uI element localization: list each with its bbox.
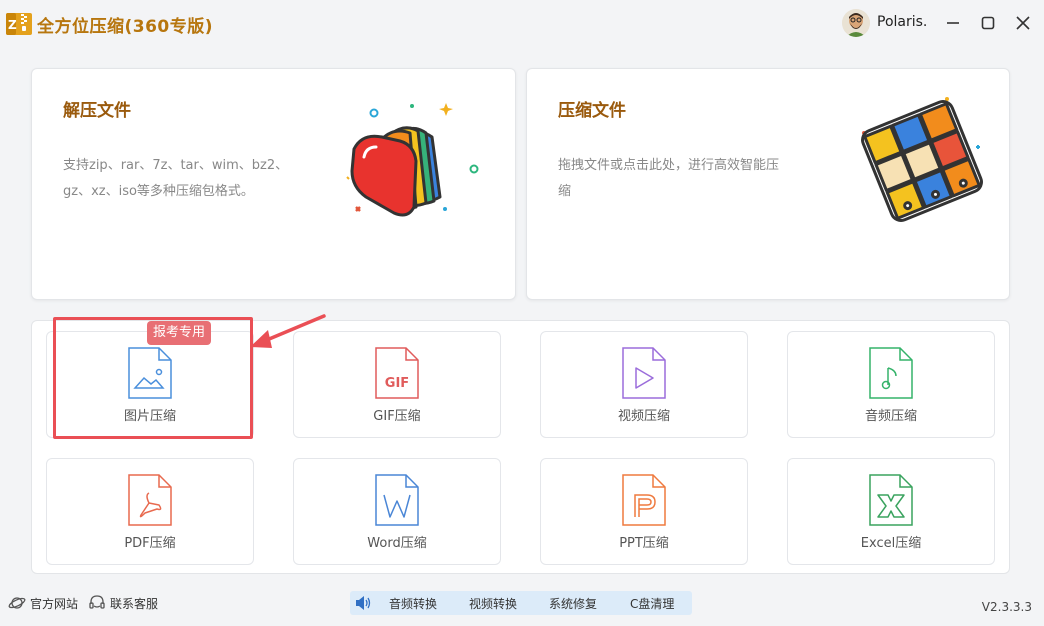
close-icon[interactable] (1013, 13, 1033, 33)
compress-files-card[interactable]: 压缩文件 拖拽文件或点击此处，进行高效智能压 缩 (526, 68, 1010, 300)
official-website-label: 官方网站 (30, 596, 79, 611)
compress-card-description: 拖拽文件或点击此处，进行高效智能压 缩 (558, 153, 779, 205)
tool-video-compress[interactable]: 视频压缩 (540, 331, 748, 438)
tool-label: PPT压缩 (619, 536, 669, 551)
tool-pdf-compress[interactable]: PDF压缩 (46, 458, 254, 565)
ppt-file-icon (622, 474, 666, 526)
tool-excel-compress[interactable]: Excel压缩 (787, 458, 995, 565)
contact-support-label: 联系客服 (110, 596, 159, 611)
tool-label: PDF压缩 (124, 536, 176, 551)
tool-label: 音频压缩 (864, 409, 917, 424)
tool-label: 视频压缩 (617, 409, 670, 424)
tools-panel: 图片压缩 GIF GIF压缩 视频压缩 音频压缩 PDF压缩 Word压缩 PP… (31, 320, 1010, 574)
speaker-icon (356, 596, 371, 610)
official-website-link[interactable]: 官方网站 (8, 594, 78, 612)
pointer-arrow-icon (250, 314, 326, 348)
tool-label: GIF压缩 (373, 409, 421, 424)
maximize-icon[interactable] (978, 13, 998, 33)
video-file-icon (622, 347, 666, 399)
audio-file-icon (869, 347, 913, 399)
tool-audio-compress[interactable]: 音频压缩 (787, 331, 995, 438)
minimize-icon[interactable] (943, 13, 963, 33)
version-label: V2.3.3.3 (981, 600, 1032, 614)
compress-desc-line-2: 缩 (558, 184, 572, 199)
c-drive-cleanup-link[interactable]: C盘清理 (630, 595, 674, 612)
compress-desc-line-1: 拖拽文件或点击此处，进行高效智能压 (558, 158, 780, 173)
video-convert-link[interactable]: 视频转换 (469, 595, 517, 612)
pdf-file-icon (128, 474, 172, 526)
headset-icon (89, 595, 105, 609)
extract-desc-line-1: 支持zip、rar、7z、tar、wim、bz2、 (63, 158, 289, 173)
app-title: 全方位压缩(360专版) (37, 17, 214, 37)
system-repair-link[interactable]: 系统修复 (549, 595, 597, 612)
quick-tools-bar: 音频转换 视频转换 系统修复 C盘清理 (350, 591, 692, 615)
svg-text:GIF: GIF (385, 376, 409, 391)
extract-card-title: 解压文件 (63, 101, 131, 121)
tool-word-compress[interactable]: Word压缩 (293, 458, 501, 565)
svg-text:Z: Z (8, 18, 17, 32)
exam-use-tag: 报考专用 (147, 321, 212, 345)
archive-binder-icon (861, 97, 983, 222)
image-file-icon (128, 347, 172, 399)
planet-icon (8, 597, 26, 609)
tool-image-compress[interactable]: 图片压缩 (46, 331, 254, 438)
username[interactable]: Polaris. (877, 14, 927, 30)
contact-support-link[interactable]: 联系客服 (88, 594, 158, 612)
user-avatar-icon[interactable] (842, 9, 870, 37)
open-folder-icon (346, 103, 479, 217)
audio-convert-link[interactable]: 音频转换 (389, 595, 437, 612)
tool-label: Word压缩 (367, 536, 427, 551)
extract-files-card[interactable]: 解压文件 支持zip、rar、7z、tar、wim、bz2、 gz、xz、iso… (31, 68, 516, 300)
title-bar: Z 全方位压缩(360专版) Polaris. (0, 0, 1044, 46)
extract-desc-line-2: gz、xz、iso等多种压缩包格式。 (63, 184, 254, 199)
extract-card-description: 支持zip、rar、7z、tar、wim、bz2、 gz、xz、iso等多种压缩… (63, 153, 288, 205)
zip-archive-icon: Z (6, 13, 32, 35)
tool-label: Excel压缩 (860, 536, 922, 551)
tool-label: 图片压缩 (123, 409, 176, 424)
word-file-icon (375, 474, 419, 526)
compress-card-title: 压缩文件 (558, 101, 626, 121)
excel-file-icon (869, 474, 913, 526)
tool-ppt-compress[interactable]: PPT压缩 (540, 458, 748, 565)
gif-file-icon: GIF (375, 347, 419, 399)
